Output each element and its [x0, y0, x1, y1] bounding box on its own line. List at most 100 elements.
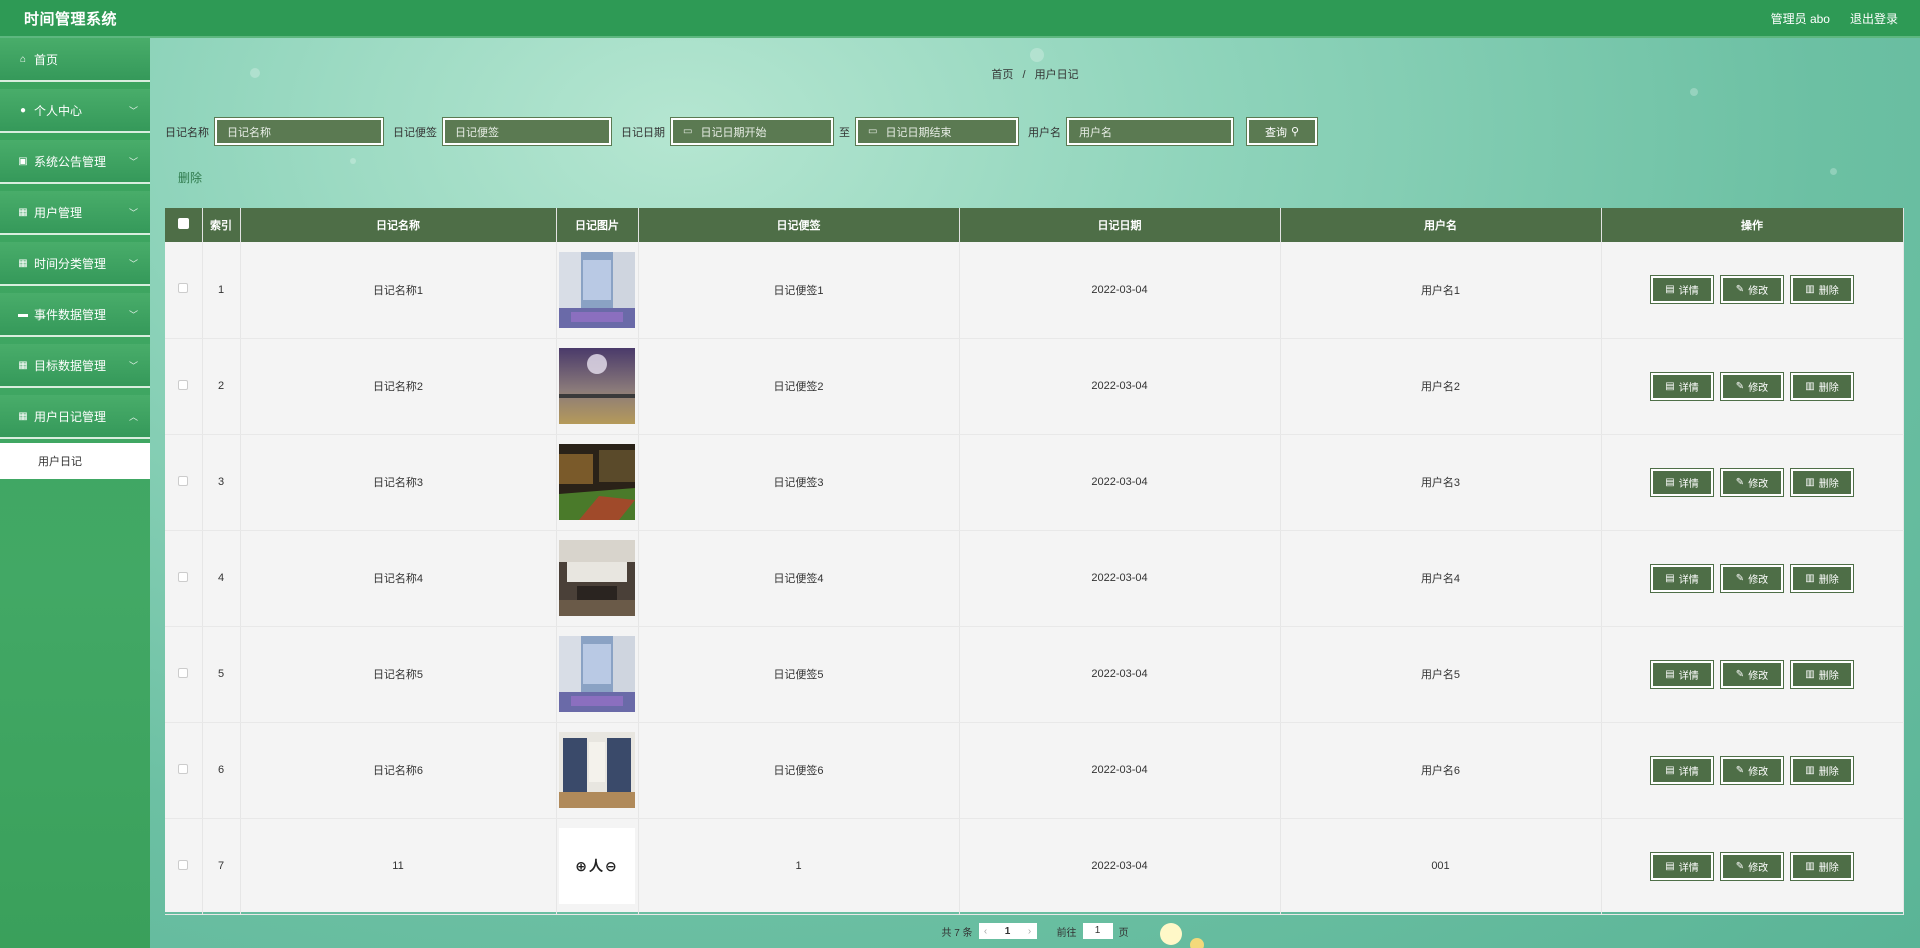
sidebar-item-user-diary[interactable]: ▦ 用户日记管理 ︿ [0, 395, 150, 439]
detail-label: 详情 [1678, 862, 1699, 874]
sidebar-item-events[interactable]: ▬ 事件数据管理 ﹀ [0, 293, 150, 337]
diary-image[interactable] [559, 444, 635, 520]
sidebar-item-users[interactable]: ▦ 用户管理 ﹀ [0, 191, 150, 235]
detail-label: 详情 [1678, 382, 1699, 394]
sidebar-item-time-categories[interactable]: ▦ 时间分类管理 ﹀ [0, 242, 150, 286]
edit-button[interactable]: ✎ 修改 [1720, 755, 1784, 785]
logout-link[interactable]: 退出登录 [1850, 10, 1898, 27]
edit-button[interactable]: ✎ 修改 [1720, 851, 1784, 881]
diary-image[interactable]: ⊕人⊖ [559, 828, 635, 904]
row-name: 日记名称3 [240, 434, 557, 531]
bulk-delete-button[interactable]: 删除 [178, 169, 202, 186]
calendar-icon: ▭ [683, 126, 693, 137]
diary-image[interactable] [559, 348, 635, 424]
diary-image[interactable] [559, 636, 635, 712]
sidebar-item-home[interactable]: ⌂ 首页 [0, 38, 150, 82]
diary-image[interactable] [559, 540, 635, 616]
diary-name-input[interactable]: 日记名称 [214, 117, 384, 146]
sidebar-item-personal-center[interactable]: ● 个人中心 ﹀ [0, 89, 150, 133]
delete-button[interactable]: ▥ 删除 [1790, 275, 1854, 305]
detail-label: 详情 [1678, 478, 1699, 490]
col-image-header: 日记图片 [556, 208, 639, 242]
detail-button[interactable]: ▤ 详情 [1650, 659, 1714, 689]
row-checkbox[interactable] [178, 379, 189, 390]
row-checkbox[interactable] [178, 283, 189, 294]
row-name: 日记名称5 [240, 626, 557, 723]
delete-button[interactable]: ▥ 删除 [1790, 755, 1854, 785]
sidebar-item-label: 目标数据管理 [34, 358, 107, 373]
page-selector: ‹ 1 › [978, 923, 1037, 939]
pencil-icon: ✎ [1735, 572, 1745, 584]
chevron-left-icon[interactable]: ‹ [979, 926, 993, 937]
diary-name-label: 日记名称 [165, 126, 209, 139]
chevron-right-icon[interactable]: › [1023, 926, 1037, 937]
table-row: 1 日记名称1 日记便签1 2022-03-04 用户名1 ▤ 详情 ✎ 修改 ▥ 删… [165, 242, 1904, 339]
date-start-picker[interactable]: ▭ 日记日期开始 [670, 117, 834, 146]
username-input[interactable]: 用户名 [1066, 117, 1234, 146]
detail-button[interactable]: ▤ 详情 [1650, 275, 1714, 305]
detail-button[interactable]: ▤ 详情 [1650, 467, 1714, 497]
row-tag: 日记便签5 [638, 626, 960, 723]
row-user: 用户名1 [1280, 242, 1602, 339]
row-checkbox[interactable] [178, 763, 189, 774]
sidebar-subitem-user-diary[interactable]: 用户日记 [0, 443, 150, 479]
pencil-icon: ✎ [1735, 284, 1745, 296]
row-tag: 日记便签6 [638, 722, 960, 819]
delete-label: 删除 [1818, 766, 1839, 778]
edit-button[interactable]: ✎ 修改 [1720, 371, 1784, 401]
row-checkbox[interactable] [178, 667, 189, 678]
delete-label: 删除 [1818, 670, 1839, 682]
detail-label: 详情 [1678, 286, 1699, 298]
row-date: 2022-03-04 [959, 338, 1281, 435]
delete-button[interactable]: ▥ 删除 [1790, 467, 1854, 497]
detail-button[interactable]: ▤ 详情 [1650, 755, 1714, 785]
edit-button[interactable]: ✎ 修改 [1720, 563, 1784, 593]
chevron-down-icon: ﹀ [128, 207, 138, 218]
current-page[interactable]: 1 [993, 926, 1023, 937]
row-user: 用户名6 [1280, 722, 1602, 819]
date-start-placeholder: 日记日期开始 [700, 126, 767, 139]
col-date-header: 日记日期 [959, 208, 1281, 242]
date-end-picker[interactable]: ▭ 日记日期结束 [855, 117, 1019, 146]
detail-label: 详情 [1678, 574, 1699, 586]
delete-label: 删除 [1818, 382, 1839, 394]
diary-tag-input[interactable]: 日记便签 [442, 117, 612, 146]
goto-page-input[interactable]: 1 [1082, 923, 1113, 939]
table-row: 5 日记名称5 日记便签5 2022-03-04 用户名5 ▤ 详情 ✎ 修改 ▥ 删… [165, 626, 1904, 723]
row-checkbox[interactable] [178, 475, 189, 486]
table-row: 2 日记名称2 日记便签2 2022-03-04 用户名2 ▤ 详情 ✎ 修改 ▥ 删… [165, 338, 1904, 435]
trash-icon: ▥ [1805, 572, 1815, 584]
breadcrumb-home[interactable]: 首页 [991, 69, 1013, 81]
diary-image[interactable] [559, 732, 635, 808]
row-checkbox[interactable] [178, 571, 189, 582]
sidebar-item-announcements[interactable]: ▣ 系统公告管理 ﹀ [0, 140, 150, 184]
trash-icon: ▥ [1805, 860, 1815, 872]
delete-button[interactable]: ▥ 删除 [1790, 371, 1854, 401]
edit-button[interactable]: ✎ 修改 [1720, 659, 1784, 689]
breadcrumb-separator: / [1022, 69, 1026, 81]
delete-button[interactable]: ▥ 删除 [1790, 563, 1854, 593]
sidebar-item-goals[interactable]: ▦ 目标数据管理 ﹀ [0, 344, 150, 388]
delete-button[interactable]: ▥ 删除 [1790, 659, 1854, 689]
edit-button[interactable]: ✎ 修改 [1720, 467, 1784, 497]
diary-image[interactable] [559, 251, 635, 328]
select-all-header[interactable] [165, 208, 203, 242]
diary-table: 索引 日记名称 日记图片 日记便签 日记日期 用户名 操作 1 日记名称1 日记… [165, 208, 1904, 915]
delete-button[interactable]: ▥ 删除 [1790, 851, 1854, 881]
col-tag-header: 日记便签 [638, 208, 960, 242]
row-checkbox[interactable] [178, 859, 189, 870]
date-range-separator: 至 [839, 126, 850, 139]
row-date: 2022-03-04 [959, 626, 1281, 723]
sidebar-item-label: 事件数据管理 [34, 307, 107, 322]
edit-button[interactable]: ✎ 修改 [1720, 275, 1784, 305]
document-icon: ▤ [1665, 668, 1675, 680]
detail-button[interactable]: ▤ 详情 [1650, 371, 1714, 401]
detail-button[interactable]: ▤ 详情 [1650, 563, 1714, 593]
diary-tag-label: 日记便签 [393, 126, 437, 139]
select-all-checkbox[interactable] [177, 218, 189, 229]
table-row: 4 日记名称4 日记便签4 2022-03-04 用户名4 ▤ 详情 ✎ 修改 ▥ 删… [165, 530, 1904, 627]
delete-label: 删除 [1818, 286, 1839, 298]
detail-button[interactable]: ▤ 详情 [1650, 851, 1714, 881]
row-index: 6 [202, 722, 241, 819]
query-button[interactable]: 查询 ⚲ [1246, 117, 1318, 146]
